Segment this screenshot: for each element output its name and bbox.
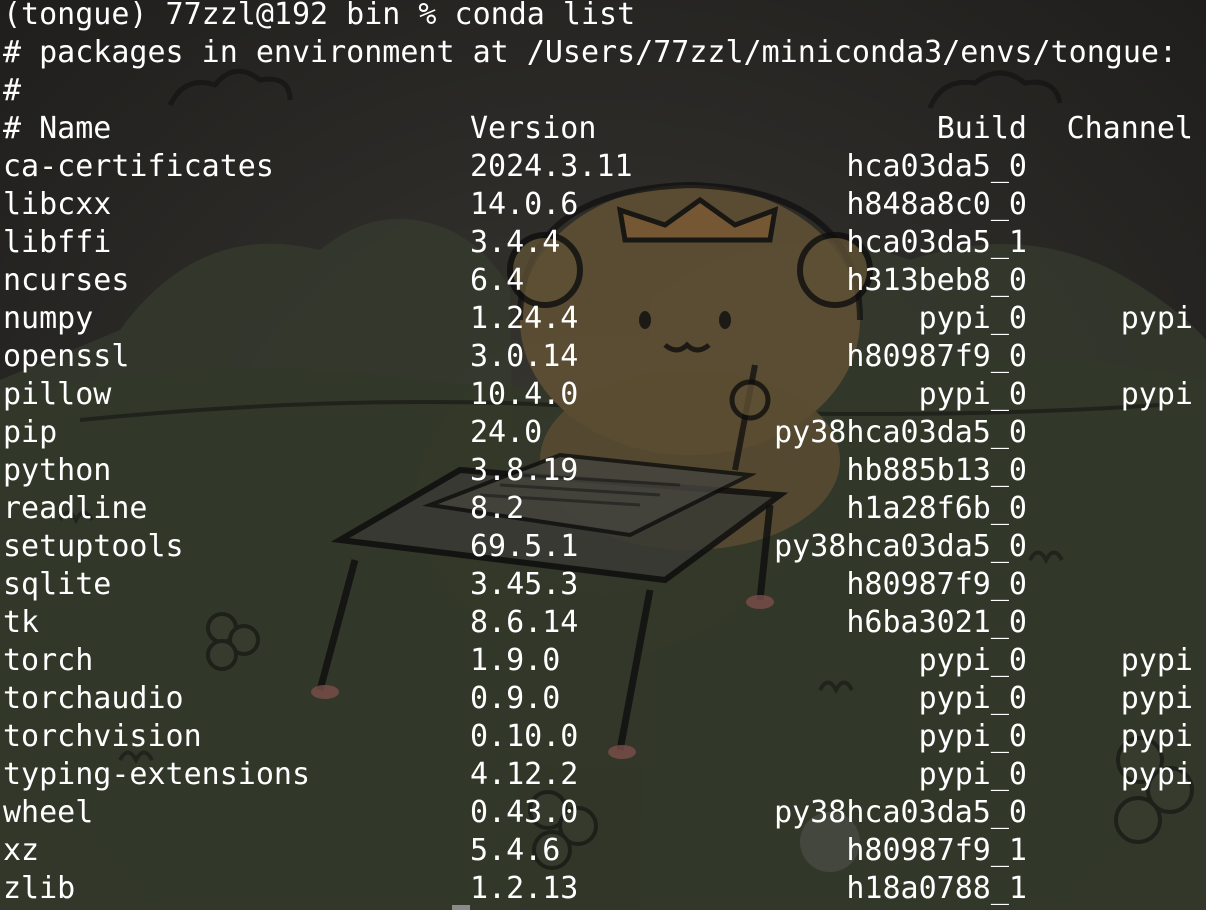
package-channel: pypi (1120, 681, 1193, 716)
table-row: tk 8.6.14 h6ba3021_0 (3, 604, 1203, 642)
table-row: zlib 1.2.13 h18a0788_1 (3, 870, 1203, 908)
package-build: pypi_0 (918, 719, 1027, 754)
package-build: hca03da5_1 (846, 225, 1027, 260)
package-name: torchaudio (3, 681, 184, 716)
package-name: readline (3, 491, 148, 526)
package-name: libffi (3, 225, 112, 260)
package-name: setuptools (3, 529, 184, 564)
env-comment-line: # packages in environment at /Users/77zz… (3, 35, 1177, 70)
package-build: hca03da5_0 (846, 149, 1027, 184)
package-name: torch (3, 643, 94, 678)
package-version: 1.9.0 (470, 643, 561, 678)
table-row: libffi 3.4.4 hca03da5_1 (3, 224, 1203, 262)
table-row: python 3.8.19 hb885b13_0 (3, 452, 1203, 490)
table-row: setuptools 69.5.1 py38hca03da5_0 (3, 528, 1203, 566)
package-version: 14.0.6 (470, 187, 579, 222)
package-build: py38hca03da5_0 (774, 415, 1027, 450)
package-build: h18a0788_1 (846, 871, 1027, 906)
package-name: ncurses (3, 263, 130, 298)
package-build: h80987f9_1 (846, 833, 1027, 868)
package-build: h80987f9_0 (846, 567, 1027, 602)
table-row: xz 5.4.6 h80987f9_1 (3, 832, 1203, 870)
table-row: numpy 1.24.4 pypi_0 pypi (3, 300, 1203, 338)
package-build: h6ba3021_0 (846, 605, 1027, 640)
package-version: 6.4 (470, 263, 525, 298)
package-channel: pypi (1120, 301, 1193, 336)
package-build: py38hca03da5_0 (774, 529, 1027, 564)
package-version: 4.12.2 (470, 757, 579, 792)
blank-comment-line: # (3, 73, 22, 108)
package-version: 0.43.0 (470, 795, 579, 830)
prompt-line: (tongue) 77zzl@192 bin % conda list (3, 0, 636, 32)
package-channel: pypi (1120, 377, 1193, 412)
package-version: 8.6.14 (470, 605, 579, 640)
package-name: openssl (3, 339, 130, 374)
package-name: python (3, 453, 112, 488)
package-version: 3.4.4 (470, 225, 561, 260)
text-cursor (452, 905, 470, 910)
package-name: sqlite (3, 567, 112, 602)
package-version: 24.0 (470, 415, 543, 450)
package-channel: pypi (1120, 643, 1193, 678)
package-name: torchvision (3, 719, 202, 754)
package-name: pip (3, 415, 58, 450)
table-row: libcxx 14.0.6 h848a8c0_0 (3, 186, 1203, 224)
table-row: typing-extensions 4.12.2 pypi_0 pypi (3, 756, 1203, 794)
header-version: Version (470, 111, 597, 146)
table-row: sqlite 3.45.3 h80987f9_0 (3, 566, 1203, 604)
terminal-window[interactable]: (tongue) 77zzl@192 bin % conda list # pa… (0, 0, 1206, 910)
package-build: h1a28f6b_0 (846, 491, 1027, 526)
header-build: Build (936, 111, 1027, 146)
package-name: zlib (3, 871, 76, 906)
package-version: 69.5.1 (470, 529, 579, 564)
package-name: xz (3, 833, 40, 868)
package-build: pypi_0 (918, 377, 1027, 412)
package-build: pypi_0 (918, 681, 1027, 716)
package-version: 5.4.6 (470, 833, 561, 868)
package-name: libcxx (3, 187, 112, 222)
header-name: # Name (3, 111, 112, 146)
table-row: pip 24.0 py38hca03da5_0 (3, 414, 1203, 452)
table-row: torchvision 0.10.0 pypi_0 pypi (3, 718, 1203, 756)
package-version: 3.45.3 (470, 567, 579, 602)
package-version: 2024.3.11 (470, 149, 633, 184)
header-channel: Channel (1066, 111, 1193, 146)
package-name: numpy (3, 301, 94, 336)
table-row: wheel 0.43.0 py38hca03da5_0 (3, 794, 1203, 832)
table-row: pillow 10.4.0 pypi_0 pypi (3, 376, 1203, 414)
package-build: pypi_0 (918, 301, 1027, 336)
table-row: torchaudio 0.9.0 pypi_0 pypi (3, 680, 1203, 718)
package-build: h313beb8_0 (846, 263, 1027, 298)
package-build: py38hca03da5_0 (774, 795, 1027, 830)
package-build: pypi_0 (918, 757, 1027, 792)
package-name: pillow (3, 377, 112, 412)
package-version: 8.2 (470, 491, 525, 526)
package-channel: pypi (1120, 757, 1193, 792)
package-version: 10.4.0 (470, 377, 579, 412)
package-version: 3.8.19 (470, 453, 579, 488)
table-row: ca-certificates 2024.3.11 hca03da5_0 (3, 148, 1203, 186)
package-build: h80987f9_0 (846, 339, 1027, 374)
terminal-output[interactable]: (tongue) 77zzl@192 bin % conda list # pa… (0, 0, 1206, 910)
table-header: # Name Version Build Channel (3, 110, 1203, 148)
package-version: 0.10.0 (470, 719, 579, 754)
package-name: typing-extensions (3, 757, 311, 792)
table-row: ncurses 6.4 h313beb8_0 (3, 262, 1203, 300)
table-row: torch 1.9.0 pypi_0 pypi (3, 642, 1203, 680)
package-version: 3.0.14 (470, 339, 579, 374)
package-version: 1.2.13 (470, 871, 579, 906)
package-build: h848a8c0_0 (846, 187, 1027, 222)
table-row: openssl 3.0.14 h80987f9_0 (3, 338, 1203, 376)
package-version: 1.24.4 (470, 301, 579, 336)
table-row: readline 8.2 h1a28f6b_0 (3, 490, 1203, 528)
package-version: 0.9.0 (470, 681, 561, 716)
package-build: hb885b13_0 (846, 453, 1027, 488)
package-channel: pypi (1120, 719, 1193, 754)
package-name: tk (3, 605, 40, 640)
package-name: ca-certificates (3, 149, 274, 184)
package-name: wheel (3, 795, 94, 830)
package-build: pypi_0 (918, 643, 1027, 678)
